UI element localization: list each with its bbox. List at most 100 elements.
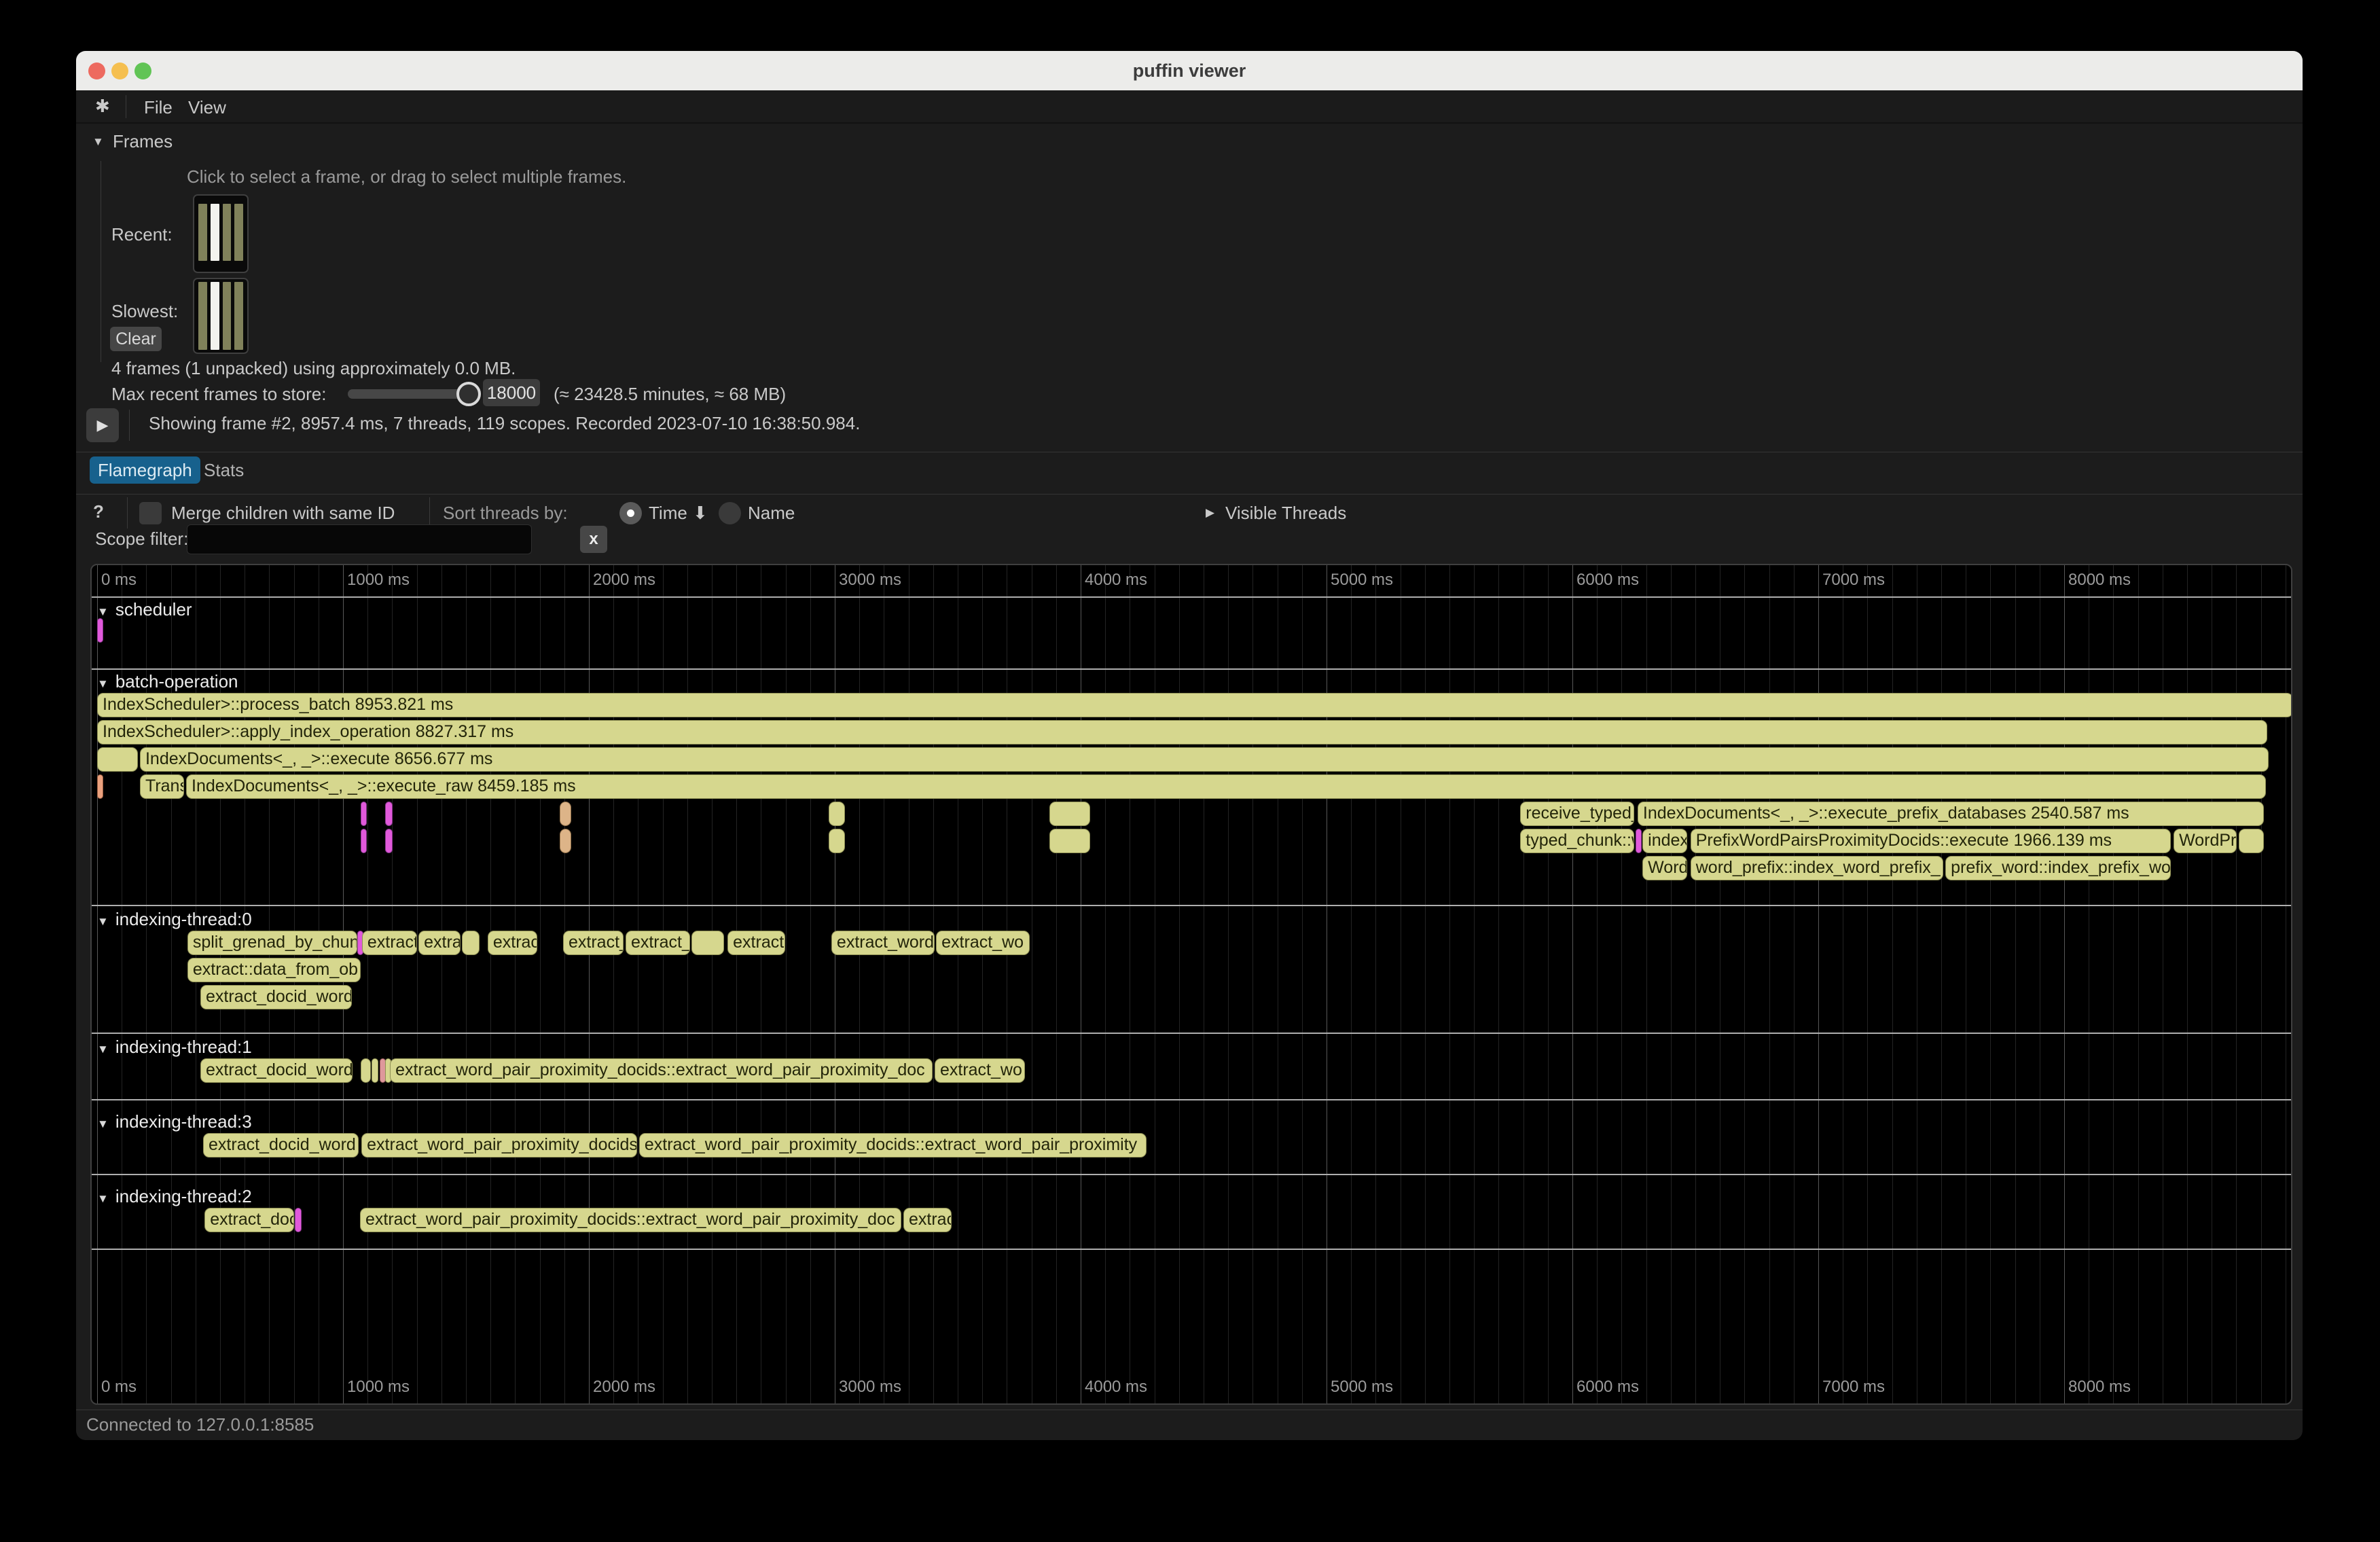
scope-bar[interactable]: extract::data_from_ob <box>187 958 361 982</box>
gridline <box>1671 565 1672 1403</box>
gridline <box>1744 565 1745 1403</box>
scope-bar[interactable]: extract_doc <box>204 1208 294 1232</box>
gridline <box>613 565 614 1403</box>
scope-bar[interactable]: PrefixWordPairsProximityDocids::execute … <box>1691 829 2171 853</box>
play-button[interactable]: ▶ <box>86 408 119 442</box>
slowest-frames-thumbnail[interactable] <box>193 278 249 354</box>
window-title: puffin viewer <box>76 60 2303 82</box>
scope-bar[interactable]: word_prefix::index_word_prefix_ <box>1691 856 1943 880</box>
scope-bar[interactable]: extract_wo <box>936 931 1030 955</box>
scope-bar[interactable]: prefix_word::index_prefix_wo <box>1945 856 2171 880</box>
scope-bar[interactable]: extract_word_pair_proximity_docids::extr… <box>639 1133 1147 1158</box>
scope-bar[interactable]: extract_word <box>831 931 935 955</box>
scope-bar[interactable]: extract_ <box>563 931 624 955</box>
sort-direction-arrow-icon[interactable]: ⬇ <box>693 503 708 524</box>
scope-bar[interactable]: extract_docid_word <box>203 1133 359 1158</box>
flamegraph-panel[interactable]: 0 ms0 ms1000 ms1000 ms2000 ms2000 ms3000… <box>90 564 2292 1405</box>
scope-bar[interactable]: typed_chunk::w <box>1520 829 1634 853</box>
frames-header[interactable]: Frames <box>113 131 173 152</box>
scope-bar[interactable] <box>691 931 724 955</box>
gridline <box>2015 565 2016 1403</box>
scope-bar[interactable]: extract <box>727 931 785 955</box>
scope-bar[interactable]: Word <box>1642 856 1687 880</box>
scope-bar[interactable]: IndexDocuments<_, _>::execute_raw 8459.1… <box>186 774 2266 799</box>
scope-bar[interactable] <box>97 618 103 643</box>
thread-section-header-indexing-thread:2[interactable]: ▼indexing-thread:2 <box>97 1186 252 1207</box>
scope-bar[interactable] <box>462 931 480 955</box>
gridline <box>1375 565 1376 1403</box>
help-button[interactable]: ? <box>93 501 104 522</box>
sort-time-radio[interactable] <box>619 502 642 524</box>
app-asterisk-icon[interactable]: ✱ <box>95 96 110 117</box>
scope-bar[interactable]: IndexScheduler>::process_batch 8953.821 … <box>97 693 2292 717</box>
scope-bar[interactable]: IndexDocuments<_, _>::execute 8656.677 m… <box>140 747 2269 772</box>
scope-bar[interactable]: extract_wo <box>935 1058 1025 1083</box>
scope-bar[interactable] <box>1636 829 1642 853</box>
tab-flamegraph[interactable]: Flamegraph <box>90 456 200 484</box>
scope-filter-input[interactable] <box>187 524 532 554</box>
thread-section-header-scheduler[interactable]: ▼scheduler <box>97 599 192 620</box>
scope-bar[interactable]: split_grenad_by_chun <box>187 931 357 955</box>
sort-name-radio[interactable] <box>719 502 741 524</box>
thread-section-header-indexing-thread:0[interactable]: ▼indexing-thread:0 <box>97 909 252 930</box>
scope-bar[interactable] <box>829 802 845 826</box>
slider-knob[interactable] <box>456 382 481 406</box>
scope-bar[interactable]: extract_word_pair_proximity_docids::extr… <box>360 1208 901 1232</box>
scope-bar[interactable] <box>1049 802 1090 826</box>
menu-view[interactable]: View <box>188 97 226 118</box>
gridline <box>1425 565 1426 1403</box>
scope-bar[interactable]: extract_word_pair_proximity_docids <box>361 1133 637 1158</box>
max-frames-slider[interactable] <box>348 389 477 399</box>
scope-bar[interactable] <box>829 829 845 853</box>
scope-bar[interactable]: extrac <box>903 1208 952 1232</box>
scope-bar[interactable]: receive_typed_ <box>1520 802 1634 826</box>
thread-name: batch-operation <box>115 671 238 692</box>
thread-section-header-indexing-thread:1[interactable]: ▼indexing-thread:1 <box>97 1037 252 1058</box>
gridline <box>515 565 516 1403</box>
visible-threads-expand-icon[interactable]: ▶ <box>1206 506 1214 520</box>
scope-bar[interactable]: WordPr <box>2174 829 2237 853</box>
scope-bar[interactable] <box>361 1058 370 1083</box>
thread-section-header-batch-operation[interactable]: ▼ batch-operation <box>97 671 238 692</box>
scope-bar[interactable] <box>560 802 571 826</box>
scope-bar[interactable] <box>361 829 367 853</box>
thread-name: indexing-thread:0 <box>115 909 252 929</box>
scope-bar[interactable] <box>2239 829 2264 853</box>
menu-file[interactable]: File <box>144 97 173 118</box>
scope-bar[interactable]: extract_docid_word <box>200 985 352 1009</box>
scope-bar[interactable]: index <box>1642 829 1687 853</box>
merge-children-checkbox[interactable] <box>139 502 162 524</box>
clear-button[interactable]: Clear <box>110 327 162 351</box>
thread-section-header-indexing-thread:3[interactable]: ▼indexing-thread:3 <box>97 1111 252 1132</box>
scope-bar[interactable]: extract_ <box>626 931 690 955</box>
scope-bar[interactable]: IndexScheduler>::apply_index_operation 8… <box>97 720 2267 745</box>
scope-bar[interactable]: extract_docid_word <box>200 1058 353 1083</box>
scope-bar[interactable] <box>372 1058 378 1083</box>
scope-bar[interactable]: extrac <box>488 931 537 955</box>
clear-filter-button[interactable]: x <box>580 526 607 553</box>
scope-bar[interactable]: extra <box>418 931 461 955</box>
scope-bar[interactable] <box>97 747 138 772</box>
scope-bar[interactable]: Trans <box>140 774 184 799</box>
tab-stats[interactable]: Stats <box>196 456 252 484</box>
max-frames-value[interactable]: 18000 <box>483 379 540 406</box>
section-separator <box>92 905 2291 906</box>
scope-bar[interactable] <box>295 1208 302 1232</box>
scope-bar[interactable] <box>560 829 571 853</box>
scope-bar[interactable] <box>97 774 103 799</box>
recent-frames-thumbnail[interactable] <box>193 194 249 273</box>
axis-tick-label: 4000 ms <box>1085 571 1147 590</box>
merge-children-label: Merge children with same ID <box>171 503 395 524</box>
scope-bar[interactable]: extract_word_pair_proximity_docids::extr… <box>390 1058 933 1083</box>
scope-bar[interactable] <box>385 802 393 826</box>
scope-bar[interactable]: IndexDocuments<_, _>::execute_prefix_dat… <box>1638 802 2264 826</box>
scope-bar[interactable]: extract <box>362 931 417 955</box>
frames-collapse-icon[interactable]: ▼ <box>92 135 104 149</box>
gridline <box>810 565 811 1403</box>
visible-threads-header[interactable]: Visible Threads <box>1225 503 1346 524</box>
scope-bar[interactable] <box>385 829 393 853</box>
gridline <box>540 565 541 1403</box>
scope-bar[interactable] <box>1049 829 1090 853</box>
collapse-triangle-icon: ▼ <box>97 677 109 690</box>
scope-bar[interactable] <box>361 802 367 826</box>
